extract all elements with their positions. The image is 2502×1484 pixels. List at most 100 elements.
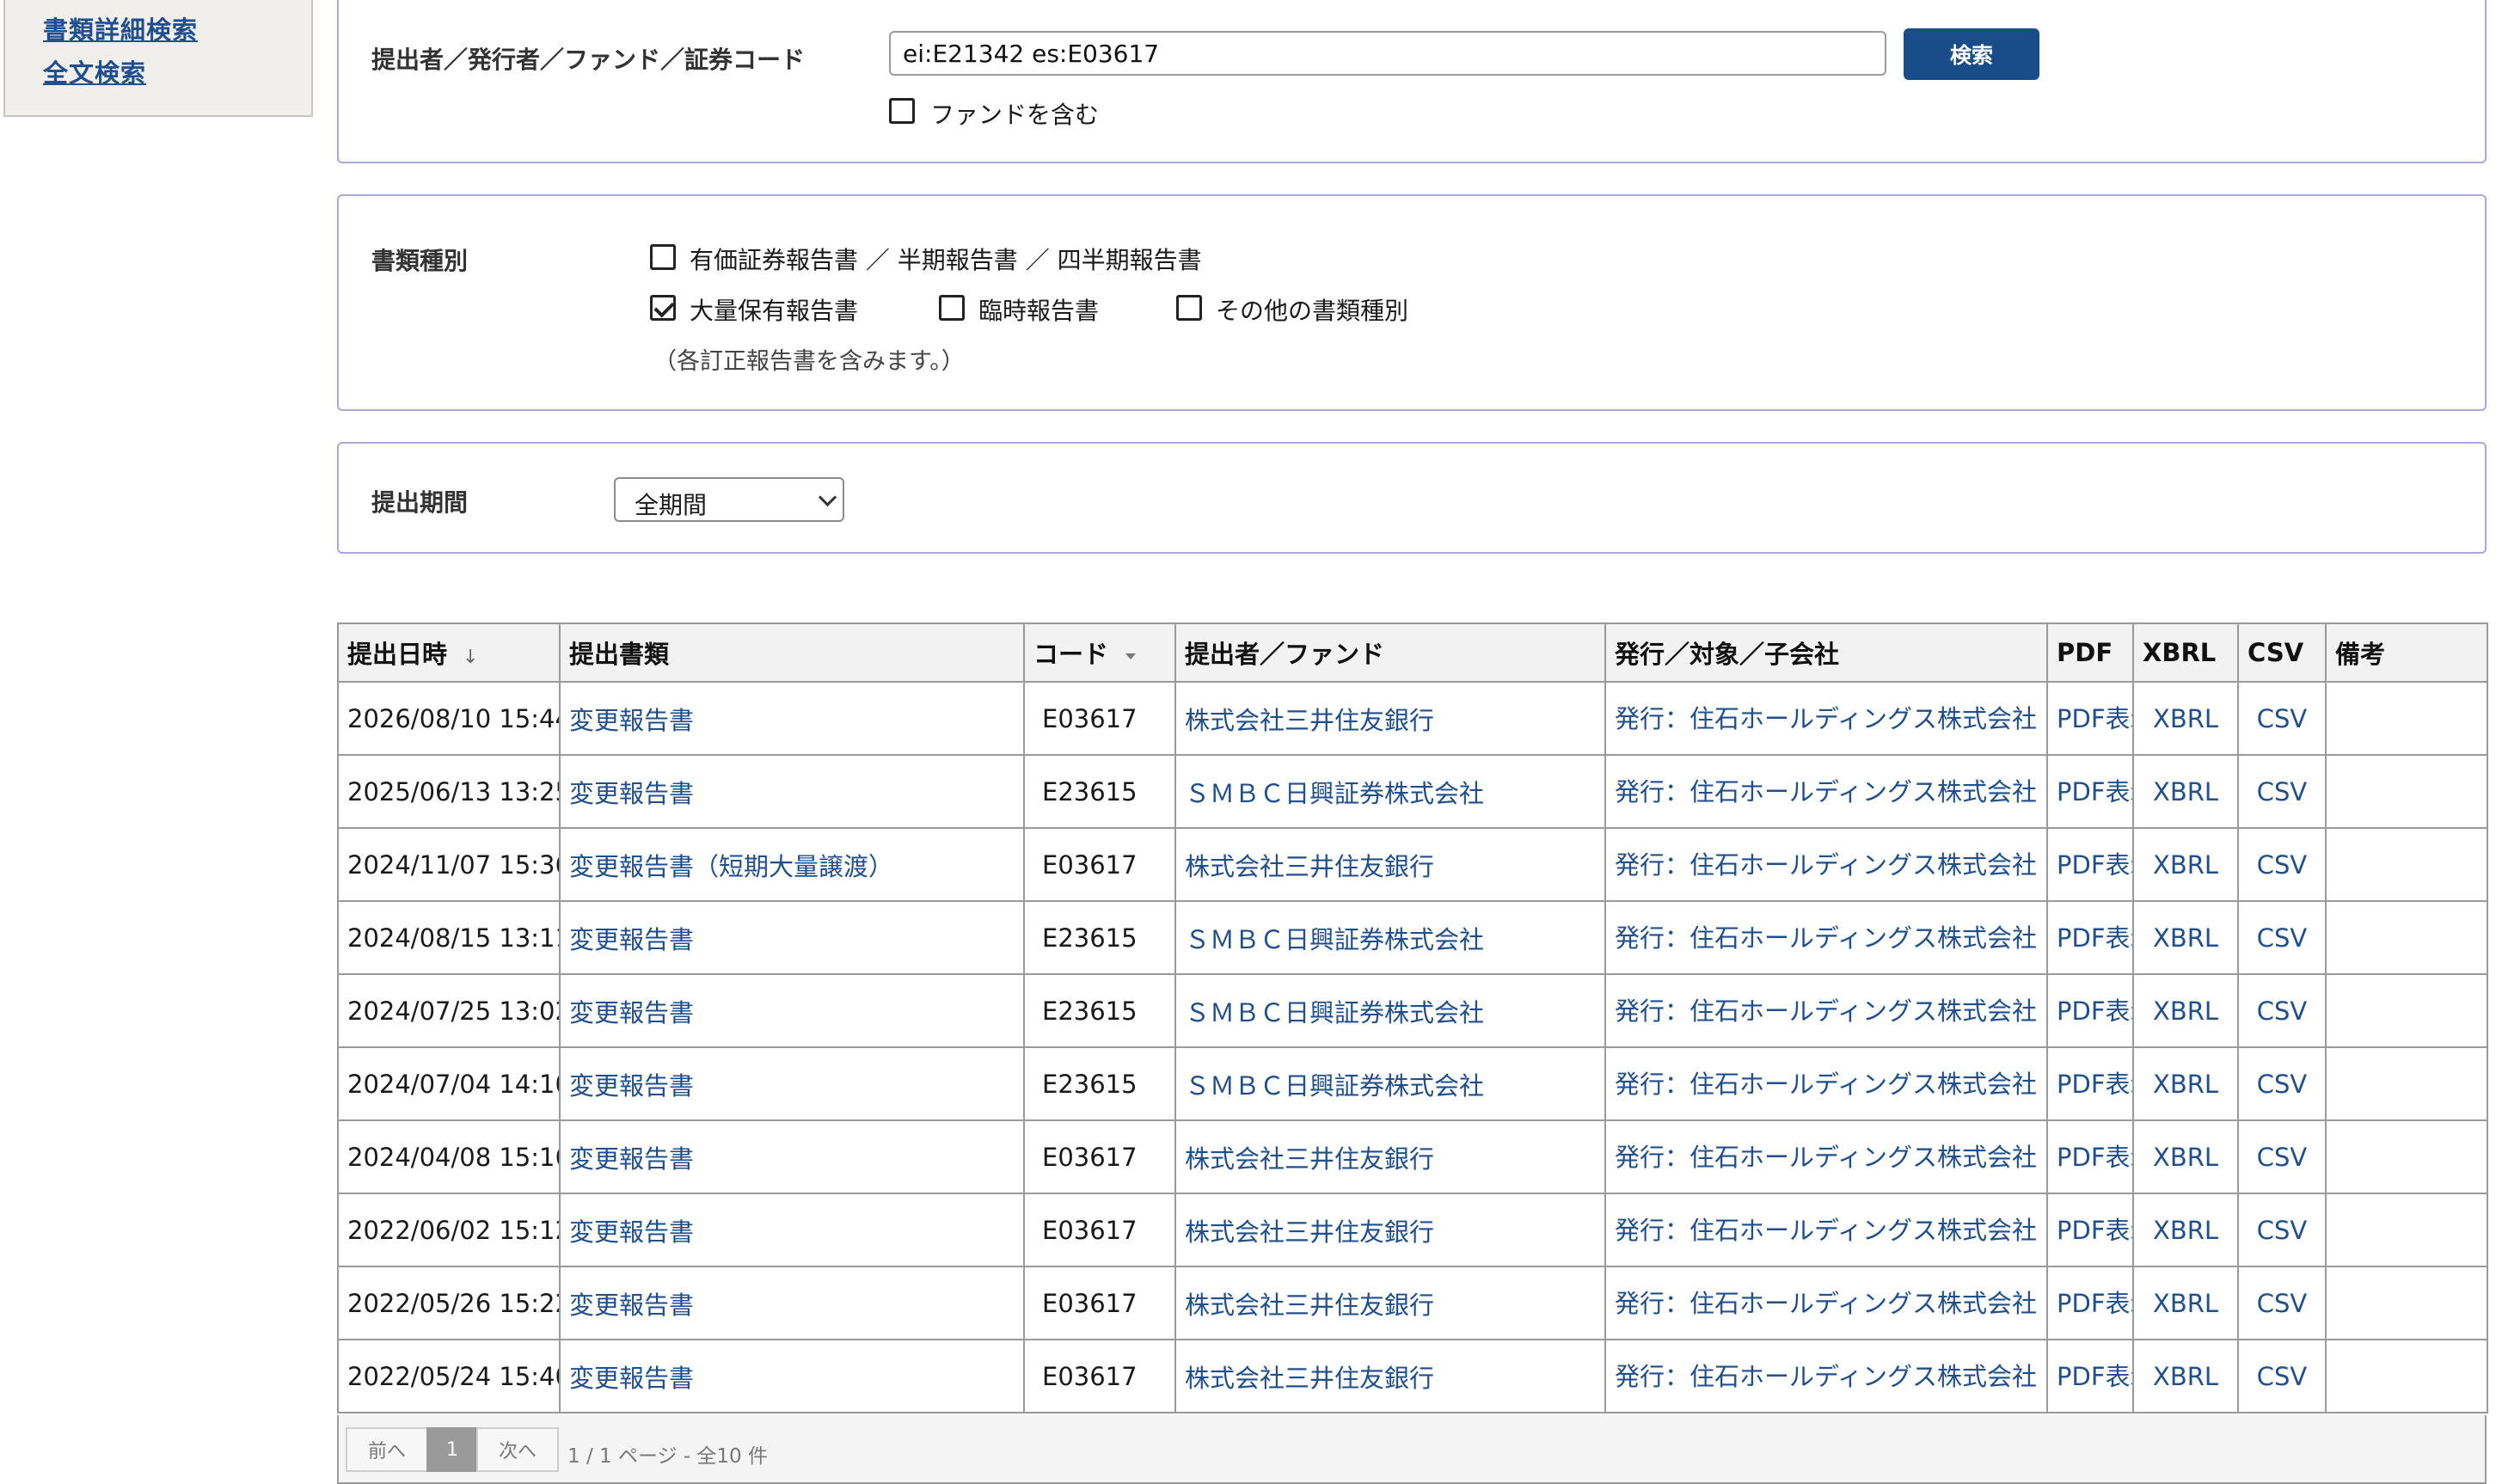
header-code[interactable]: コード: [1023, 622, 1176, 683]
issuer-link[interactable]: 発行：住石ホールディングス株式会社: [1604, 1046, 2048, 1121]
results-table: 提出日時 ↓ 提出書類 コード 提出者／ファンド 発行／対象／子会社 PDF XB…: [337, 622, 2488, 1413]
include-funds-checkbox[interactable]: [889, 98, 915, 124]
extraordinary-report-checkbox[interactable]: [939, 295, 965, 321]
csv-link[interactable]: CSV: [2237, 1119, 2327, 1194]
filer-link[interactable]: 株式会社三井住友銀行: [1174, 1119, 1606, 1194]
header-xbrl: XBRL: [2132, 622, 2239, 683]
large-holding-checkbox[interactable]: [650, 295, 676, 321]
pdf-link[interactable]: PDF表示: [2046, 1339, 2134, 1413]
csv-link[interactable]: CSV: [2237, 681, 2327, 756]
csv-link[interactable]: CSV: [2237, 1339, 2327, 1413]
cell-remarks: [2325, 900, 2488, 975]
table-row: 2022/05/26 15:22 変更報告書 E03617 株式会社三井住友銀行 発行：…: [337, 1266, 2488, 1340]
search-input[interactable]: [889, 31, 1886, 76]
securities-report-checkbox[interactable]: [650, 244, 676, 270]
header-date[interactable]: 提出日時 ↓: [337, 622, 561, 683]
csv-link[interactable]: CSV: [2237, 973, 2327, 1048]
table-row: 2022/05/24 15:40 変更報告書 E03617 株式会社三井住友銀行 発行：…: [337, 1339, 2488, 1413]
pdf-link[interactable]: PDF表示: [2046, 681, 2134, 756]
filer-link[interactable]: 株式会社三井住友銀行: [1174, 827, 1606, 902]
cell-remarks: [2325, 1119, 2488, 1194]
cell-date: 2024/04/08 15:16: [337, 1119, 561, 1194]
sidebar-link-detail-search[interactable]: 書類詳細検索: [43, 10, 198, 46]
xbrl-link[interactable]: XBRL: [2132, 1046, 2239, 1121]
filer-link[interactable]: 株式会社三井住友銀行: [1174, 681, 1606, 756]
issuer-link[interactable]: 発行：住石ホールディングス株式会社: [1604, 754, 2048, 829]
xbrl-link[interactable]: XBRL: [2132, 1339, 2239, 1413]
pdf-link[interactable]: PDF表示: [2046, 1119, 2134, 1194]
xbrl-link[interactable]: XBRL: [2132, 681, 2239, 756]
filer-link[interactable]: ＳＭＢＣ日興証券株式会社: [1174, 900, 1606, 975]
document-link[interactable]: 変更報告書: [559, 1339, 1025, 1413]
filer-link[interactable]: 株式会社三井住友銀行: [1174, 1339, 1606, 1413]
csv-link[interactable]: CSV: [2237, 827, 2327, 902]
cell-remarks: [2325, 1339, 2488, 1413]
issuer-link[interactable]: 発行：住石ホールディングス株式会社: [1604, 1339, 2048, 1413]
csv-link[interactable]: CSV: [2237, 900, 2327, 975]
csv-link[interactable]: CSV: [2237, 1193, 2327, 1267]
search-button[interactable]: 検索: [1904, 28, 2039, 80]
document-link[interactable]: 変更報告書: [559, 1193, 1025, 1267]
prev-page-button[interactable]: 前へ: [346, 1427, 428, 1472]
xbrl-link[interactable]: XBRL: [2132, 1266, 2239, 1340]
doc-type-label: 書類種別: [371, 247, 469, 275]
document-link[interactable]: 変更報告書: [559, 681, 1025, 756]
pdf-link[interactable]: PDF表示: [2046, 900, 2134, 975]
table-row: 2024/07/25 13:02 変更報告書 E23615 ＳＭＢＣ日興証券株式会社発…: [337, 973, 2488, 1048]
document-link[interactable]: 変更報告書（短期大量譲渡）: [559, 827, 1025, 902]
filer-link[interactable]: 株式会社三井住友銀行: [1174, 1266, 1606, 1340]
pdf-link[interactable]: PDF表示: [2046, 973, 2134, 1048]
issuer-link[interactable]: 発行：住石ホールディングス株式会社: [1604, 681, 2048, 756]
table-row: 2025/06/13 13:25 変更報告書 E23615 ＳＭＢＣ日興証券株式会社発…: [337, 754, 2488, 829]
table-header-row: 提出日時 ↓ 提出書類 コード 提出者／ファンド 発行／対象／子会社 PDF XB…: [337, 622, 2488, 683]
header-remarks: 備考: [2325, 622, 2488, 683]
next-page-button[interactable]: 次へ: [476, 1427, 559, 1472]
cell-date: 2025/06/13 13:25: [337, 754, 561, 829]
csv-link[interactable]: CSV: [2237, 1046, 2327, 1121]
document-link[interactable]: 変更報告書: [559, 1046, 1025, 1121]
securities-report-label: 有価証券報告書 ／ 半期報告書 ／ 四半期報告書: [690, 246, 1202, 274]
filer-link[interactable]: ＳＭＢＣ日興証券株式会社: [1174, 973, 1606, 1048]
search-label: 提出者／発行者／ファンド／証券コード: [371, 46, 806, 74]
csv-link[interactable]: CSV: [2237, 754, 2327, 829]
sidebar-link-fulltext-search[interactable]: 全文検索: [43, 53, 146, 89]
issuer-link[interactable]: 発行：住石ホールディングス株式会社: [1604, 1193, 2048, 1267]
current-page-button[interactable]: 1: [426, 1427, 478, 1472]
period-select[interactable]: 全期間: [614, 477, 844, 522]
cell-remarks: [2325, 827, 2488, 902]
pdf-link[interactable]: PDF表示: [2046, 1193, 2134, 1267]
cell-date: 2022/05/24 15:40: [337, 1339, 561, 1413]
document-link[interactable]: 変更報告書: [559, 1119, 1025, 1194]
pdf-link[interactable]: PDF表示: [2046, 1046, 2134, 1121]
filer-link[interactable]: 株式会社三井住友銀行: [1174, 1193, 1606, 1267]
xbrl-link[interactable]: XBRL: [2132, 973, 2239, 1048]
pdf-link[interactable]: PDF表示: [2046, 754, 2134, 829]
xbrl-link[interactable]: XBRL: [2132, 827, 2239, 902]
table-row: 2026/08/10 15:44 変更報告書 E03617 株式会社三井住友銀行 発行：…: [337, 681, 2488, 756]
xbrl-link[interactable]: XBRL: [2132, 1193, 2239, 1267]
chevron-down-icon: [818, 488, 837, 507]
cell-date: 2024/07/25 13:02: [337, 973, 561, 1048]
filer-link[interactable]: ＳＭＢＣ日興証券株式会社: [1174, 754, 1606, 829]
issuer-link[interactable]: 発行：住石ホールディングス株式会社: [1604, 1266, 2048, 1340]
other-doc-types-checkbox[interactable]: [1176, 295, 1202, 321]
cell-code: E23615: [1023, 1046, 1176, 1121]
document-link[interactable]: 変更報告書: [559, 754, 1025, 829]
document-link[interactable]: 変更報告書: [559, 900, 1025, 975]
cell-date: 2022/05/26 15:22: [337, 1266, 561, 1340]
issuer-link[interactable]: 発行：住石ホールディングス株式会社: [1604, 827, 2048, 902]
document-link[interactable]: 変更報告書: [559, 973, 1025, 1048]
issuer-link[interactable]: 発行：住石ホールディングス株式会社: [1604, 973, 2048, 1048]
xbrl-link[interactable]: XBRL: [2132, 1119, 2239, 1194]
pagination: 前へ 1 次へ 1 / 1 ページ - 全10 件: [337, 1415, 2487, 1484]
pdf-link[interactable]: PDF表示: [2046, 1266, 2134, 1340]
pdf-link[interactable]: PDF表示: [2046, 827, 2134, 902]
issuer-link[interactable]: 発行：住石ホールディングス株式会社: [1604, 1119, 2048, 1194]
issuer-link[interactable]: 発行：住石ホールディングス株式会社: [1604, 900, 2048, 975]
xbrl-link[interactable]: XBRL: [2132, 900, 2239, 975]
table-row: 2024/11/07 15:36 変更報告書（短期大量譲渡） E03617 株式会社三…: [337, 827, 2488, 902]
document-link[interactable]: 変更報告書: [559, 1266, 1025, 1340]
xbrl-link[interactable]: XBRL: [2132, 754, 2239, 829]
filer-link[interactable]: ＳＭＢＣ日興証券株式会社: [1174, 1046, 1606, 1121]
csv-link[interactable]: CSV: [2237, 1266, 2327, 1340]
